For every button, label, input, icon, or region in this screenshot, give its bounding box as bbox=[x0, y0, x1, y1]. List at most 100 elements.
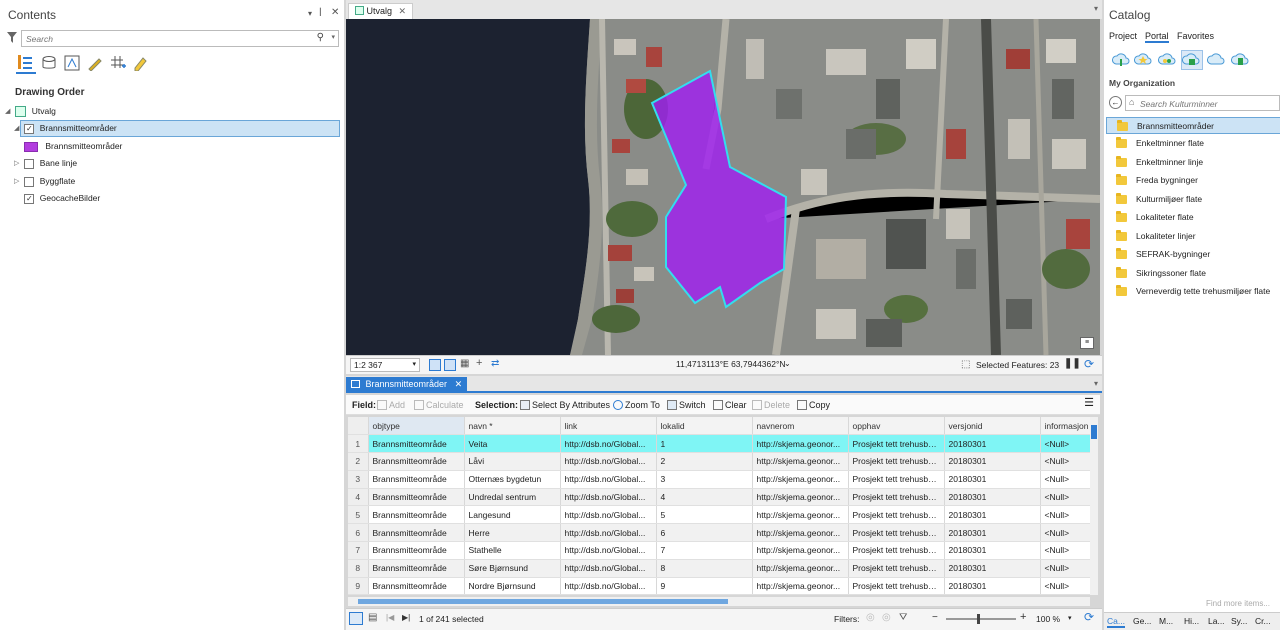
grid-icon[interactable]: ▦ bbox=[460, 358, 469, 369]
table-cell[interactable]: <Null> bbox=[1040, 505, 1090, 525]
table-row[interactable]: 3 Brannsmitteområde Otternæs bygdetun http:… bbox=[348, 470, 1090, 489]
list-by-snapping-icon[interactable] bbox=[109, 54, 127, 74]
catalog-item[interactable]: Freda bygninger bbox=[1106, 172, 1280, 189]
row-number[interactable]: 9 bbox=[348, 577, 369, 595]
table-cell[interactable]: Prosjekt tett trehusbe... bbox=[848, 452, 945, 471]
table-cell[interactable]: http://skjema.geonor... bbox=[752, 523, 849, 543]
table-cell[interactable]: Prosjekt tett trehusbe... bbox=[848, 523, 945, 543]
add-field-button[interactable]: Add bbox=[377, 396, 405, 414]
close-icon[interactable]: ✕ bbox=[455, 379, 463, 389]
catalog-item[interactable]: SEFRAK-bygninger bbox=[1106, 246, 1280, 263]
scroll-thumb[interactable] bbox=[358, 599, 728, 604]
row-number[interactable]: 6 bbox=[348, 523, 369, 543]
table-cell[interactable]: 20180301 bbox=[944, 523, 1041, 543]
table-cell[interactable]: http://dsb.no/Global... bbox=[560, 488, 657, 507]
zoom-out-icon[interactable]: − bbox=[932, 612, 938, 623]
table-cell[interactable]: Stathelle bbox=[464, 541, 561, 560]
map-node[interactable]: ◢ Utvalg bbox=[5, 103, 56, 119]
map-canvas[interactable]: ≡ bbox=[346, 19, 1100, 355]
zoom-slider-thumb[interactable] bbox=[977, 614, 980, 624]
layer-visibility-checkbox[interactable] bbox=[24, 176, 35, 187]
navigator-icon[interactable]: ⇄ bbox=[491, 358, 499, 369]
column-header[interactable]: informasjon bbox=[1040, 417, 1090, 436]
table-row[interactable]: 7 Brannsmitteområde Stathelle http://dsb.no… bbox=[348, 541, 1090, 560]
table-cell[interactable]: 20180301 bbox=[944, 434, 1041, 454]
table-cell[interactable]: http://dsb.no/Global... bbox=[560, 434, 657, 454]
table-cell[interactable]: <Null> bbox=[1040, 470, 1090, 489]
table-cell[interactable]: 1 bbox=[656, 434, 753, 454]
bottom-tab-catalog[interactable]: Ca... bbox=[1107, 616, 1125, 628]
table-cell[interactable]: http://skjema.geonor... bbox=[752, 434, 849, 454]
bottom-tab[interactable]: Ge... bbox=[1133, 616, 1151, 626]
table-cell[interactable]: http://dsb.no/Global... bbox=[560, 541, 657, 560]
chevron-down-icon[interactable]: ▾ bbox=[412, 359, 416, 371]
table-cell[interactable]: Prosjekt tett trehusbe... bbox=[848, 488, 945, 507]
table-cell[interactable]: Brannsmitteområde bbox=[368, 452, 465, 471]
list-by-labeling-icon[interactable] bbox=[132, 55, 148, 73]
table-cell[interactable]: Brannsmitteområde bbox=[368, 434, 465, 454]
living-atlas-icon[interactable] bbox=[1231, 52, 1249, 68]
table-cell[interactable]: 6 bbox=[656, 523, 753, 543]
layer-row[interactable]: ◢ ✓ Brannsmitteområder bbox=[14, 120, 117, 136]
zoom-to-button[interactable]: Zoom To bbox=[613, 396, 660, 414]
table-cell[interactable]: http://skjema.geonor... bbox=[752, 577, 849, 595]
groups-icon[interactable] bbox=[1158, 52, 1176, 68]
filter-definition-icon[interactable]: ⛛ bbox=[899, 612, 907, 623]
collapse-icon[interactable]: ◢ bbox=[5, 104, 13, 120]
show-all-records-icon[interactable] bbox=[349, 612, 363, 625]
table-row[interactable]: 8 Brannsmitteområde Søre Bjørnsund http://d… bbox=[348, 559, 1090, 578]
catalog-item[interactable]: Enkeltminner linje bbox=[1106, 154, 1280, 171]
table-row[interactable]: 1 Brannsmitteområde Veita http://dsb.no/Glo… bbox=[348, 434, 1090, 454]
catalog-item[interactable]: Kulturmiljøer flate bbox=[1106, 191, 1280, 208]
column-header[interactable]: navn * bbox=[464, 417, 561, 436]
table-cell[interactable]: http://dsb.no/Global... bbox=[560, 505, 657, 525]
aerial-map[interactable] bbox=[346, 19, 1100, 355]
first-record-icon[interactable]: |◀ bbox=[386, 613, 394, 622]
table-cell[interactable]: Prosjekt tett trehusbe... bbox=[848, 559, 945, 578]
catalog-item[interactable]: Enkeltminner flate bbox=[1106, 135, 1280, 152]
chevron-down-icon[interactable]: ▾ bbox=[1068, 614, 1072, 622]
zoom-level[interactable]: 100 % bbox=[1036, 614, 1060, 624]
table-cell[interactable]: Undredal sentrum bbox=[464, 488, 561, 507]
bottom-tab[interactable]: Hi... bbox=[1184, 616, 1199, 626]
table-tab[interactable]: Brannsmitteområder ✕ bbox=[346, 377, 468, 393]
pane-options-icon[interactable]: ▾ bbox=[308, 9, 312, 18]
selected-features-count[interactable]: Selected Features: 23 bbox=[976, 360, 1059, 370]
table-cell[interactable]: http://skjema.geonor... bbox=[752, 470, 849, 489]
pause-icon[interactable]: ❚❚ bbox=[1064, 358, 1081, 369]
pin-icon[interactable]: ꟾ bbox=[319, 8, 322, 19]
table-cell[interactable]: http://skjema.geonor... bbox=[752, 452, 849, 471]
table-cell[interactable]: http://skjema.geonor... bbox=[752, 559, 849, 578]
table-row[interactable]: 2 Brannsmitteområde Låvi http://dsb.no/Glob… bbox=[348, 452, 1090, 471]
table-cell[interactable]: Brannsmitteområde bbox=[368, 470, 465, 489]
horizontal-scrollbar[interactable] bbox=[348, 597, 1090, 606]
last-record-icon[interactable]: ▶| bbox=[402, 613, 410, 622]
list-by-editing-icon[interactable] bbox=[87, 55, 103, 73]
table-cell[interactable]: Brannsmitteområde bbox=[368, 577, 465, 595]
favorites-icon[interactable] bbox=[1134, 52, 1152, 68]
row-number[interactable]: 7 bbox=[348, 541, 369, 560]
refresh-icon[interactable]: ⟳ bbox=[1084, 610, 1094, 624]
table-cell[interactable]: Brannsmitteområde bbox=[368, 541, 465, 560]
selected-features-icon[interactable]: ⬚ bbox=[961, 359, 970, 370]
chevron-down-icon[interactable]: ▾ bbox=[331, 33, 335, 41]
catalog-tab-favorites[interactable]: Favorites bbox=[1177, 31, 1214, 41]
corner-cell[interactable] bbox=[348, 417, 369, 436]
table-cell[interactable]: 3 bbox=[656, 470, 753, 489]
table-cell[interactable]: 20180301 bbox=[944, 470, 1041, 489]
show-selected-records-icon[interactable]: ▤ bbox=[368, 612, 377, 623]
table-cell[interactable]: http://dsb.no/Global... bbox=[560, 577, 657, 595]
tab-menu-icon[interactable]: ▾ bbox=[1094, 4, 1098, 13]
table-cell[interactable]: Låvi bbox=[464, 452, 561, 471]
table-cell[interactable]: Brannsmitteområde bbox=[368, 488, 465, 507]
search-box[interactable]: ⚲ ▾ bbox=[21, 30, 339, 47]
map-notification-icon[interactable]: ≡ bbox=[1080, 337, 1094, 349]
catalog-tab-project[interactable]: Project bbox=[1109, 31, 1137, 41]
table-cell[interactable]: <Null> bbox=[1040, 488, 1090, 507]
table-cell[interactable]: 20180301 bbox=[944, 488, 1041, 507]
zoom-slider[interactable] bbox=[946, 614, 1016, 624]
table-cell[interactable]: <Null> bbox=[1040, 434, 1090, 454]
table-cell[interactable]: Prosjekt tett trehusbe... bbox=[848, 541, 945, 560]
table-cell[interactable]: Nordre Bjørnsund bbox=[464, 577, 561, 595]
tab-menu-icon[interactable]: ▾ bbox=[1094, 379, 1098, 388]
